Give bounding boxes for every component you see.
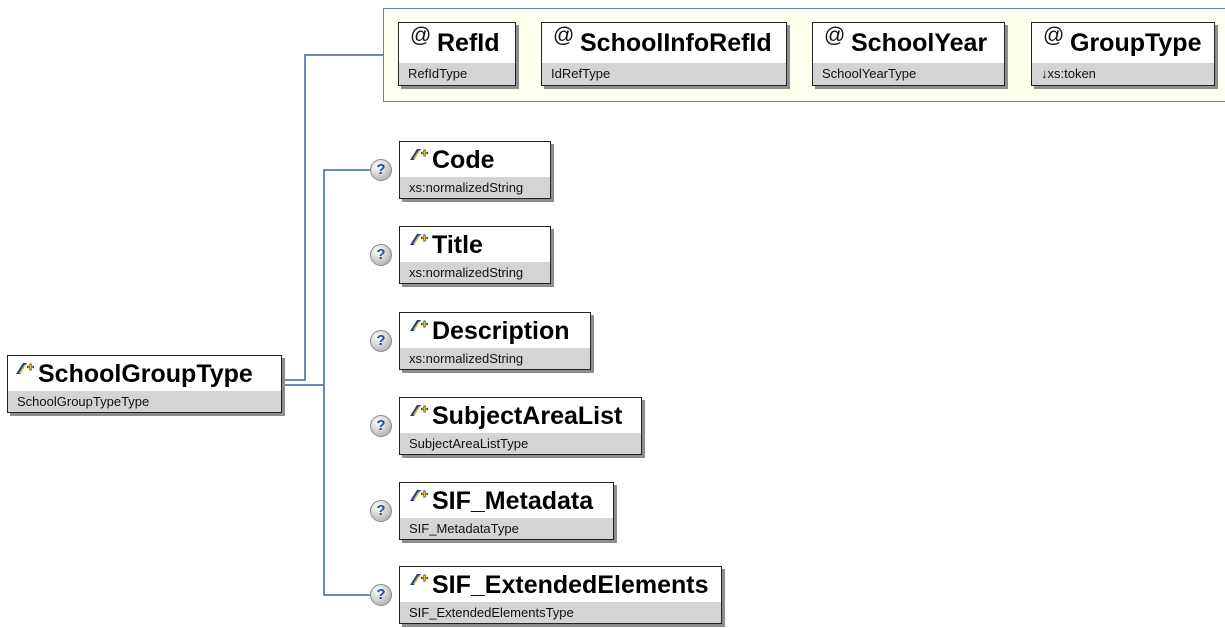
- attribute-name-label: RefId: [437, 29, 500, 57]
- attribute-icon: @: [553, 24, 575, 47]
- attribute-type-label: SchoolYearType: [813, 63, 1004, 85]
- element-icon: [410, 490, 428, 501]
- attribute-name-label: SchoolYear: [851, 29, 988, 57]
- attribute-header: @ RefId: [399, 23, 515, 63]
- element-name-label: Code: [432, 146, 495, 174]
- attribute-header: @ SchoolYear: [813, 23, 1004, 63]
- element-type-label: xs:normalizedString: [400, 262, 550, 283]
- element-name-label: Title: [432, 231, 483, 259]
- sequence-bracket-line: [323, 169, 370, 596]
- element-name-label: Description: [432, 317, 570, 345]
- element-icon: [410, 234, 428, 245]
- attribute-refid[interactable]: @ RefId RefIdType: [398, 22, 516, 86]
- attribute-icon: @: [410, 24, 432, 47]
- element-code[interactable]: Code xs:normalizedString: [399, 141, 551, 199]
- element-sif-extendedelements[interactable]: SIF_ExtendedElements SIF_ExtendedElement…: [399, 566, 722, 624]
- optional-occurrence-icon: ?: [370, 330, 392, 352]
- element-icon: [410, 574, 428, 585]
- element-header: SIF_ExtendedElements: [400, 567, 721, 602]
- optional-occurrence-icon: ?: [370, 244, 392, 266]
- element-type-label: SubjectAreaListType: [400, 433, 641, 454]
- element-name-label: SIF_ExtendedElements: [432, 571, 709, 599]
- element-header: Description: [400, 313, 590, 348]
- element-type-label: SIF_MetadataType: [400, 518, 613, 539]
- attribute-header: @ SchoolInfoRefId: [542, 23, 786, 63]
- optional-occurrence-icon: ?: [370, 500, 392, 522]
- attribute-header: @ GroupType: [1032, 23, 1214, 63]
- element-icon: [410, 405, 428, 416]
- element-type-label: xs:normalizedString: [400, 177, 550, 198]
- element-icon: [410, 320, 428, 331]
- optional-occurrence-icon: ?: [370, 584, 392, 606]
- optional-occurrence-icon: ?: [370, 415, 392, 437]
- attribute-icon: @: [824, 24, 846, 47]
- element-header: SchoolGroupType: [8, 356, 281, 391]
- attribute-type-label: ↓xs:token: [1032, 63, 1214, 85]
- attribute-schoolinforefid[interactable]: @ SchoolInfoRefId IdRefType: [541, 22, 787, 86]
- schema-diagram: @ RefId RefIdType @ SchoolInfoRefId IdRe…: [0, 0, 1225, 628]
- element-icon: [16, 363, 34, 374]
- element-description[interactable]: Description xs:normalizedString: [399, 312, 591, 370]
- attribute-icon: @: [1043, 24, 1065, 47]
- attribute-connector-line: [283, 54, 383, 381]
- element-header: Code: [400, 142, 550, 177]
- element-title[interactable]: Title xs:normalizedString: [399, 226, 551, 284]
- element-name-label: SubjectAreaList: [432, 402, 623, 430]
- element-sif-metadata[interactable]: SIF_Metadata SIF_MetadataType: [399, 482, 614, 540]
- element-type-label: SIF_ExtendedElementsType: [400, 602, 721, 623]
- attribute-name-label: GroupType: [1070, 29, 1202, 57]
- element-header: SubjectAreaList: [400, 398, 641, 433]
- attribute-grouptype[interactable]: @ GroupType ↓xs:token: [1031, 22, 1215, 86]
- element-header: SIF_Metadata: [400, 483, 613, 518]
- element-type-label: xs:normalizedString: [400, 348, 590, 369]
- attribute-type-label: IdRefType: [542, 63, 786, 85]
- attribute-name-label: SchoolInfoRefId: [580, 29, 772, 57]
- element-icon: [410, 149, 428, 160]
- element-schoolgrouptype[interactable]: SchoolGroupType SchoolGroupTypeType: [7, 355, 282, 413]
- element-name-label: SIF_Metadata: [432, 487, 594, 515]
- attribute-schoolyear[interactable]: @ SchoolYear SchoolYearType: [812, 22, 1005, 86]
- attribute-type-label: RefIdType: [399, 63, 515, 85]
- element-header: Title: [400, 227, 550, 262]
- element-type-label: SchoolGroupTypeType: [8, 391, 281, 412]
- optional-occurrence-icon: ?: [370, 159, 392, 181]
- element-name-label: SchoolGroupType: [38, 360, 253, 388]
- element-subjectarealist[interactable]: SubjectAreaList SubjectAreaListType: [399, 397, 642, 455]
